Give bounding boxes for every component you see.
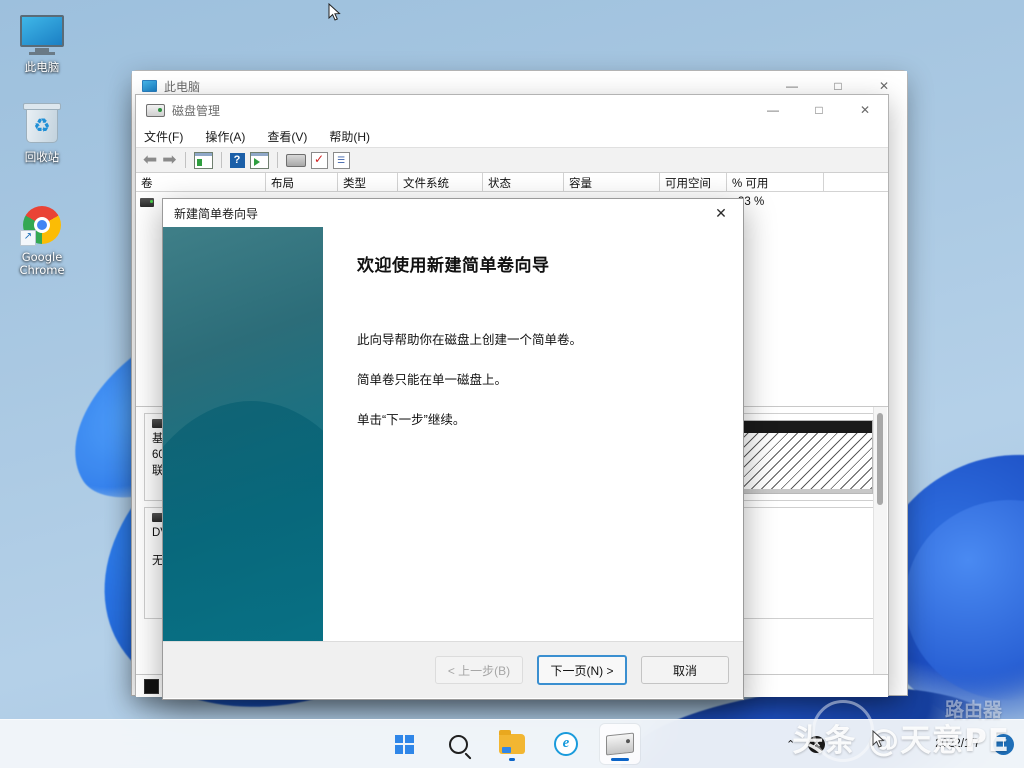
wizard-paragraph-2: 简单卷只能在单一磁盘上。 [357, 370, 717, 390]
shortcut-arrow-icon: ↗ [20, 230, 36, 246]
recycle-bin-icon: ♻ [0, 102, 84, 148]
column-filesystem[interactable]: 文件系统 [398, 173, 483, 191]
help-icon[interactable]: ? [230, 153, 245, 168]
diskmgmt-maximize-button[interactable]: □ [796, 95, 842, 125]
column-free-space[interactable]: 可用空间 [660, 173, 727, 191]
row-percent-free: 33 % [738, 196, 888, 208]
desktop-icon-google-chrome[interactable]: ↗ Google Chrome [0, 202, 84, 277]
wizard-banner-image [163, 227, 323, 641]
system-tray: ⌃ ✕ 2022/1/7 T [786, 734, 1014, 755]
taskbar-center-group: e [384, 724, 640, 764]
column-spare[interactable] [824, 173, 888, 191]
desktop-icon-label: 回收站 [0, 151, 84, 164]
forward-arrow-icon[interactable]: ➡ [162, 151, 176, 169]
wizard-close-button[interactable]: ✕ [699, 199, 743, 227]
column-percent-free[interactable]: % 可用 [727, 173, 824, 191]
edge-icon: e [554, 732, 578, 756]
show-hide-console-tree-icon[interactable] [194, 152, 213, 169]
mouse-cursor [328, 3, 341, 22]
desktop-icon-label: Google Chrome [0, 251, 84, 277]
disk-icon [606, 733, 634, 756]
wizard-paragraph-3: 单击“下一步”继续。 [357, 410, 717, 430]
chevron-up-icon[interactable]: ⌃ [786, 738, 795, 751]
graph-pane-scrollbar[interactable] [873, 407, 887, 675]
chrome-icon: ↗ [0, 202, 84, 248]
windows-logo-icon [395, 735, 414, 754]
column-volume[interactable]: 卷 [136, 173, 266, 191]
clock-date[interactable]: 2022/1/7 [935, 737, 980, 751]
menu-help[interactable]: 帮助(H) [329, 128, 370, 145]
properties-icon[interactable] [286, 154, 306, 167]
column-status[interactable]: 状态 [483, 173, 564, 191]
search-icon [449, 735, 468, 754]
wizard-paragraph-1: 此向导帮助你在磁盘上创建一个简单卷。 [357, 330, 717, 350]
close-badge-icon[interactable]: ✕ [808, 736, 825, 753]
rescan-disks-icon[interactable]: ✓ [311, 152, 328, 169]
column-layout[interactable]: 布局 [266, 173, 338, 191]
new-simple-volume-wizard-dialog: 新建简单卷向导 ✕ 欢迎使用新建简单卷向导 此向导帮助你在磁盘上创建一个简单卷。… [162, 198, 744, 700]
file-explorer-button[interactable] [492, 724, 532, 764]
diskmgmt-title: 磁盘管理 [172, 102, 220, 119]
list-view-icon[interactable]: ☰ [333, 152, 350, 169]
wizard-titlebar[interactable]: 新建简单卷向导 ✕ [163, 199, 743, 227]
volume-icon [140, 198, 154, 207]
diskmgmt-close-button[interactable]: ✕ [842, 95, 888, 125]
back-arrow-icon[interactable]: ⬅ [143, 151, 157, 169]
diskmgmt-menubar: 文件(F) 操作(A) 查看(V) 帮助(H) [136, 125, 888, 147]
desktop-icon-label: 此电脑 [0, 61, 84, 74]
wizard-main: 欢迎使用新建简单卷向导 此向导帮助你在磁盘上创建一个简单卷。 简单卷只能在单一磁… [163, 227, 743, 641]
this-pc-icon [142, 80, 157, 92]
menu-view[interactable]: 查看(V) [267, 128, 307, 145]
diskmgmt-minimize-button[interactable]: — [750, 95, 796, 125]
wizard-heading: 欢迎使用新建简单卷向导 [357, 251, 717, 276]
wizard-next-button[interactable]: 下一页(N) > [537, 655, 627, 685]
disk-management-taskbar-button[interactable] [600, 724, 640, 764]
start-button[interactable] [384, 724, 424, 764]
diskmgmt-titlebar[interactable]: 磁盘管理 — □ ✕ [136, 95, 888, 125]
unallocated-swatch [144, 679, 159, 694]
menu-file[interactable]: 文件(F) [144, 128, 183, 145]
column-type[interactable]: 类型 [338, 173, 398, 191]
folder-icon [499, 734, 525, 754]
avatar[interactable]: T [993, 734, 1014, 755]
wizard-content: 欢迎使用新建简单卷向导 此向导帮助你在磁盘上创建一个简单卷。 简单卷只能在单一磁… [323, 227, 743, 641]
desktop-icon-recycle-bin[interactable]: ♻ 回收站 [0, 102, 84, 164]
wizard-footer: < 上一步(B) 下一页(N) > 取消 [163, 641, 743, 698]
taskbar: e ⌃ ✕ 2022/1/7 T [0, 719, 1024, 768]
monitor-icon [0, 12, 84, 58]
menu-action[interactable]: 操作(A) [205, 128, 245, 145]
diskmgmt-toolbar: ⬅ ➡ ? ✓ ☰ [136, 147, 888, 173]
disk-icon [146, 104, 165, 117]
search-button[interactable] [438, 724, 478, 764]
desktop-icon-this-pc[interactable]: 此电脑 [0, 12, 84, 74]
show-action-pane-icon[interactable] [250, 152, 269, 169]
volume-table-header: 卷 布局 类型 文件系统 状态 容量 可用空间 % 可用 [136, 173, 888, 192]
wizard-back-button[interactable]: < 上一步(B) [435, 656, 523, 684]
explorer-title: 此电脑 [164, 78, 200, 95]
wizard-title: 新建简单卷向导 [163, 205, 699, 222]
mouse-cursor-secondary [872, 730, 885, 749]
column-capacity[interactable]: 容量 [564, 173, 660, 191]
wizard-cancel-button[interactable]: 取消 [641, 656, 729, 684]
edge-button[interactable]: e [546, 724, 586, 764]
